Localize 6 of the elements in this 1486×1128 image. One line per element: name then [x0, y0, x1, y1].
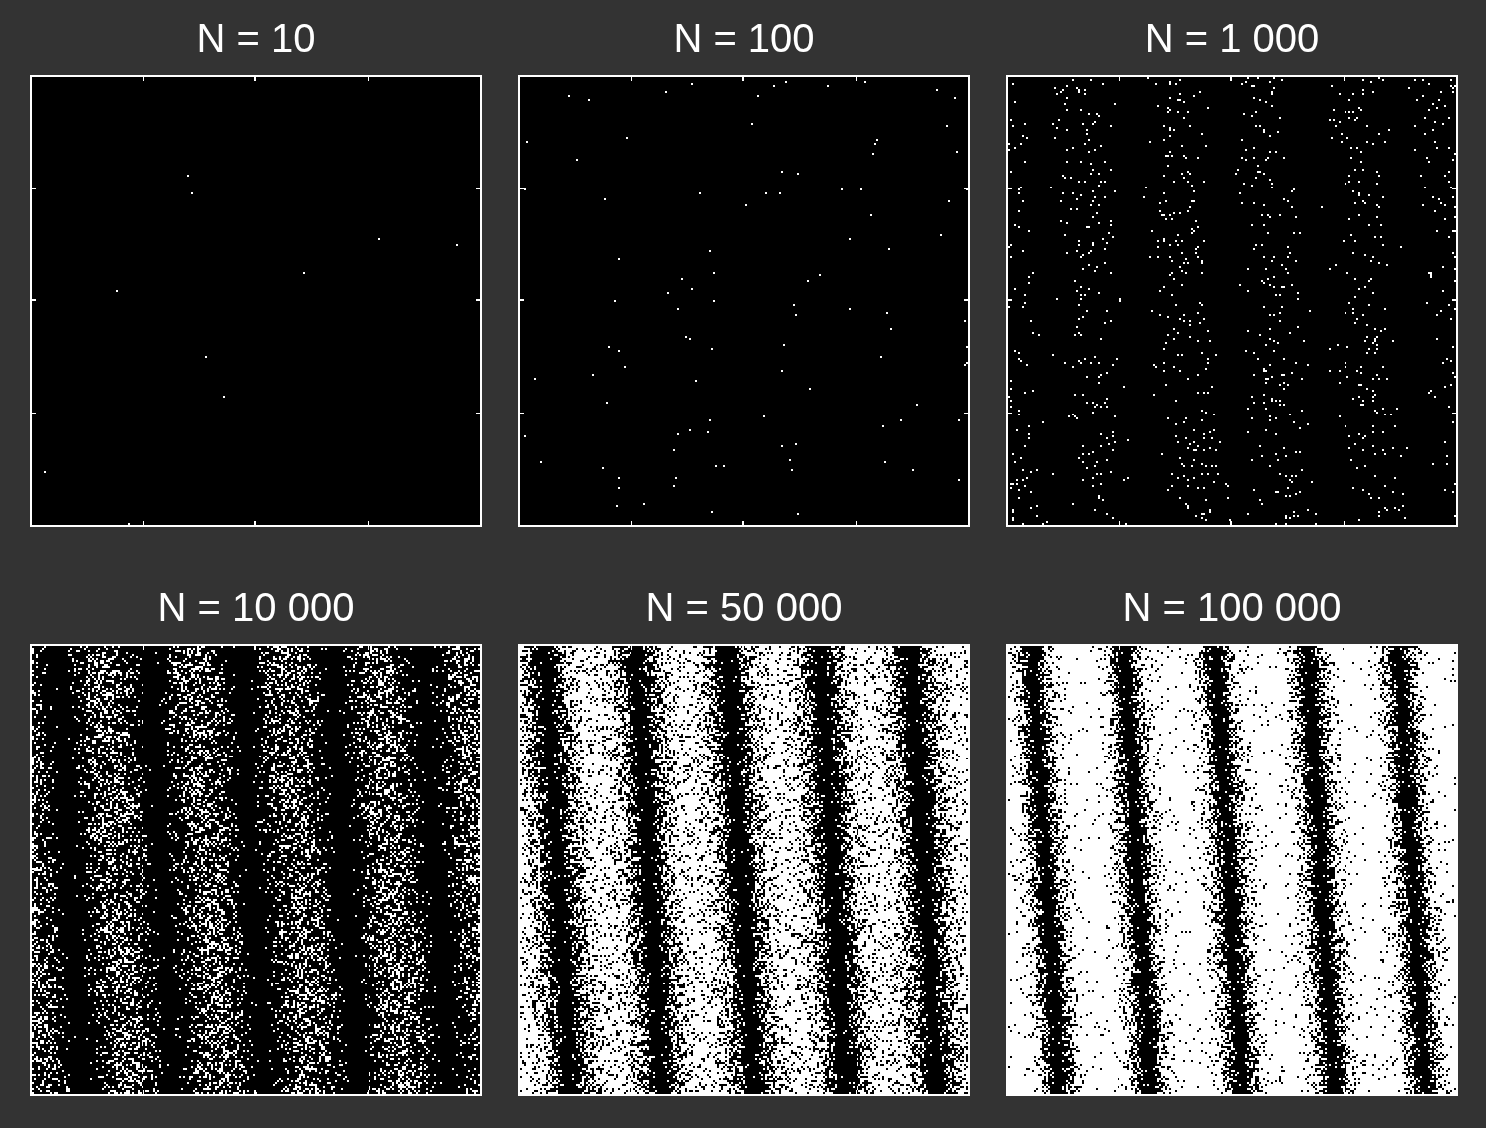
plot-title: N = 100 000 [1122, 584, 1342, 631]
plot-title: N = 50 000 [645, 584, 843, 631]
plot-title: N = 10 [196, 15, 316, 62]
plot-title: N = 100 [673, 15, 815, 62]
plot-title: N = 1 000 [1144, 15, 1320, 62]
plot-title: N = 10 000 [157, 584, 355, 631]
